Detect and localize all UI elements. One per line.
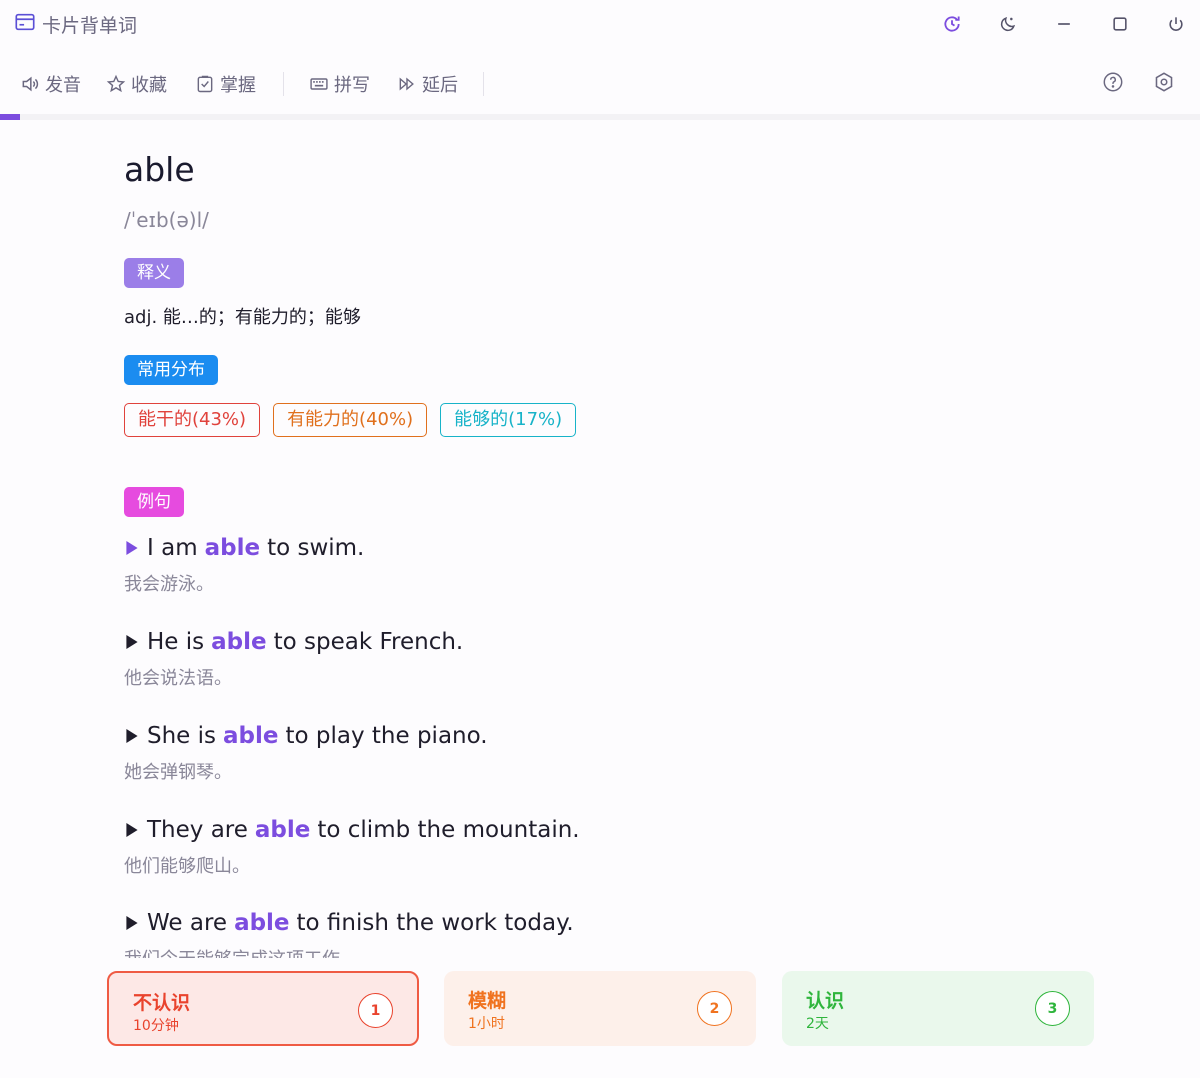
example-text: to play the piano. [285, 723, 488, 749]
example-highlight: able [223, 723, 279, 749]
settings-button[interactable] [1153, 71, 1177, 95]
play-icon[interactable] [125, 729, 139, 743]
pronounce-label: 发音 [45, 75, 81, 96]
play-icon[interactable] [125, 823, 139, 837]
example-text: We are [147, 910, 228, 936]
example-sentence[interactable]: We are able to finish the work today. [124, 907, 574, 939]
master-button[interactable]: 掌握 [195, 70, 256, 98]
toolbar: 发音 收藏 掌握 拼写 延后 [0, 62, 1200, 106]
spell-label: 拼写 [334, 75, 370, 96]
speaker-icon [22, 76, 39, 92]
definition-text: adj. 能…的；有能力的；能够 [124, 307, 361, 328]
frequency-tag: 有能力的(40%) [273, 403, 428, 437]
phonetic: /ˈeɪb(ə)l/ [124, 208, 209, 232]
app-title-text: 卡片背单词 [42, 15, 138, 37]
shortcut-key-badge: 1 [358, 993, 393, 1028]
example-text: to swim. [267, 535, 365, 561]
close-button[interactable] [1163, 11, 1189, 37]
example-translation: 他们能够爬山。 [124, 856, 250, 877]
pronounce-button[interactable]: 发音 [20, 70, 81, 98]
history-icon [944, 16, 960, 32]
example-item: We are able to finish the work today. 我们… [124, 907, 574, 958]
play-icon[interactable] [125, 541, 139, 555]
master-label: 掌握 [220, 75, 256, 96]
vague-button[interactable]: 模糊 1小时 2 [444, 971, 756, 1046]
example-translation: 她会弹钢琴。 [124, 762, 232, 783]
example-sentence[interactable]: They are able to climb the mountain. [124, 814, 580, 846]
frequency-tag: 能够的(17%) [440, 403, 577, 437]
answer-interval: 1小时 [468, 1016, 505, 1032]
example-item: He is able to speak French. 他会说法语。 [124, 626, 463, 690]
example-sentence[interactable]: She is able to play the piano. [124, 720, 488, 752]
answer-title: 认识 [806, 990, 845, 1012]
example-text: I am [147, 535, 198, 561]
star-icon [106, 74, 126, 93]
checklist-icon [197, 75, 213, 93]
answer-title: 不认识 [133, 992, 191, 1014]
word-card: able /ˈeɪb(ə)l/ 释义 adj. 能…的；有能力的；能够 常用分布… [124, 120, 1124, 958]
definition-label: 释义 [124, 258, 184, 288]
example-highlight: able [234, 910, 290, 936]
maximize-icon [1113, 17, 1127, 31]
example-item: They are able to climb the mountain. 他们能… [124, 814, 580, 878]
example-translation: 他会说法语。 [124, 668, 232, 689]
gear-icon [1155, 72, 1173, 92]
example-text: to speak French. [273, 629, 464, 655]
minimize-button[interactable] [1051, 11, 1077, 37]
app-title: 卡片背单词 [14, 11, 137, 38]
answer-title: 模糊 [468, 990, 507, 1012]
frequency-tags: 能干的(43%) 有能力的(40%) 能够的(17%) [124, 403, 577, 437]
favorite-button[interactable]: 收藏 [106, 70, 167, 98]
example-translation: 我会游泳。 [124, 574, 214, 595]
shortcut-key-badge: 3 [1035, 991, 1070, 1026]
postpone-label: 延后 [422, 75, 458, 96]
postpone-button[interactable]: 延后 [397, 70, 458, 98]
toolbar-divider [483, 72, 484, 96]
spell-button[interactable]: 拼写 [309, 70, 370, 98]
example-text: to finish the work today. [296, 910, 574, 936]
example-sentence[interactable]: I am able to swim. [124, 532, 364, 564]
frequency-tag: 能干的(43%) [124, 403, 261, 437]
fast-forward-icon [399, 77, 414, 91]
example-text: to climb the mountain. [317, 817, 580, 843]
title-bar: 卡片背单词 [0, 0, 1200, 50]
example-highlight: able [204, 535, 261, 561]
known-button[interactable]: 认识 2天 3 [782, 971, 1094, 1046]
play-icon[interactable] [125, 916, 139, 930]
answer-interval: 2天 [806, 1016, 829, 1032]
example-highlight: able [254, 817, 311, 843]
maximize-button[interactable] [1107, 11, 1133, 37]
power-icon [1169, 17, 1183, 31]
theme-button[interactable] [995, 11, 1021, 37]
play-icon[interactable] [125, 635, 139, 649]
minimize-icon [1058, 23, 1070, 25]
toolbar-divider [283, 72, 284, 96]
frequency-label: 常用分布 [124, 355, 218, 385]
example-item: I am able to swim. 我会游泳。 [124, 532, 364, 596]
favorite-label: 收藏 [131, 75, 167, 96]
word-title: able [124, 150, 195, 189]
example-text: She is [147, 723, 217, 749]
moon-icon [1000, 16, 1016, 32]
example-sentence[interactable]: He is able to speak French. [124, 626, 463, 658]
example-text: They are [147, 817, 248, 843]
example-text: He is [147, 629, 205, 655]
help-icon [1103, 72, 1123, 92]
unknown-button[interactable]: 不认识 10分钟 1 [107, 971, 419, 1046]
progress-fill [0, 114, 21, 120]
card-icon [14, 11, 36, 38]
answer-interval: 10分钟 [133, 1018, 179, 1034]
example-translation: 我们今天能够完成这项工作。 [124, 945, 574, 958]
examples-label: 例句 [124, 487, 184, 517]
keyboard-icon [310, 78, 328, 90]
help-button[interactable] [1102, 71, 1126, 95]
example-highlight: able [211, 629, 267, 655]
shortcut-key-badge: 2 [697, 991, 732, 1026]
example-item: She is able to play the piano. 她会弹钢琴。 [124, 720, 488, 784]
history-button[interactable] [939, 11, 965, 37]
